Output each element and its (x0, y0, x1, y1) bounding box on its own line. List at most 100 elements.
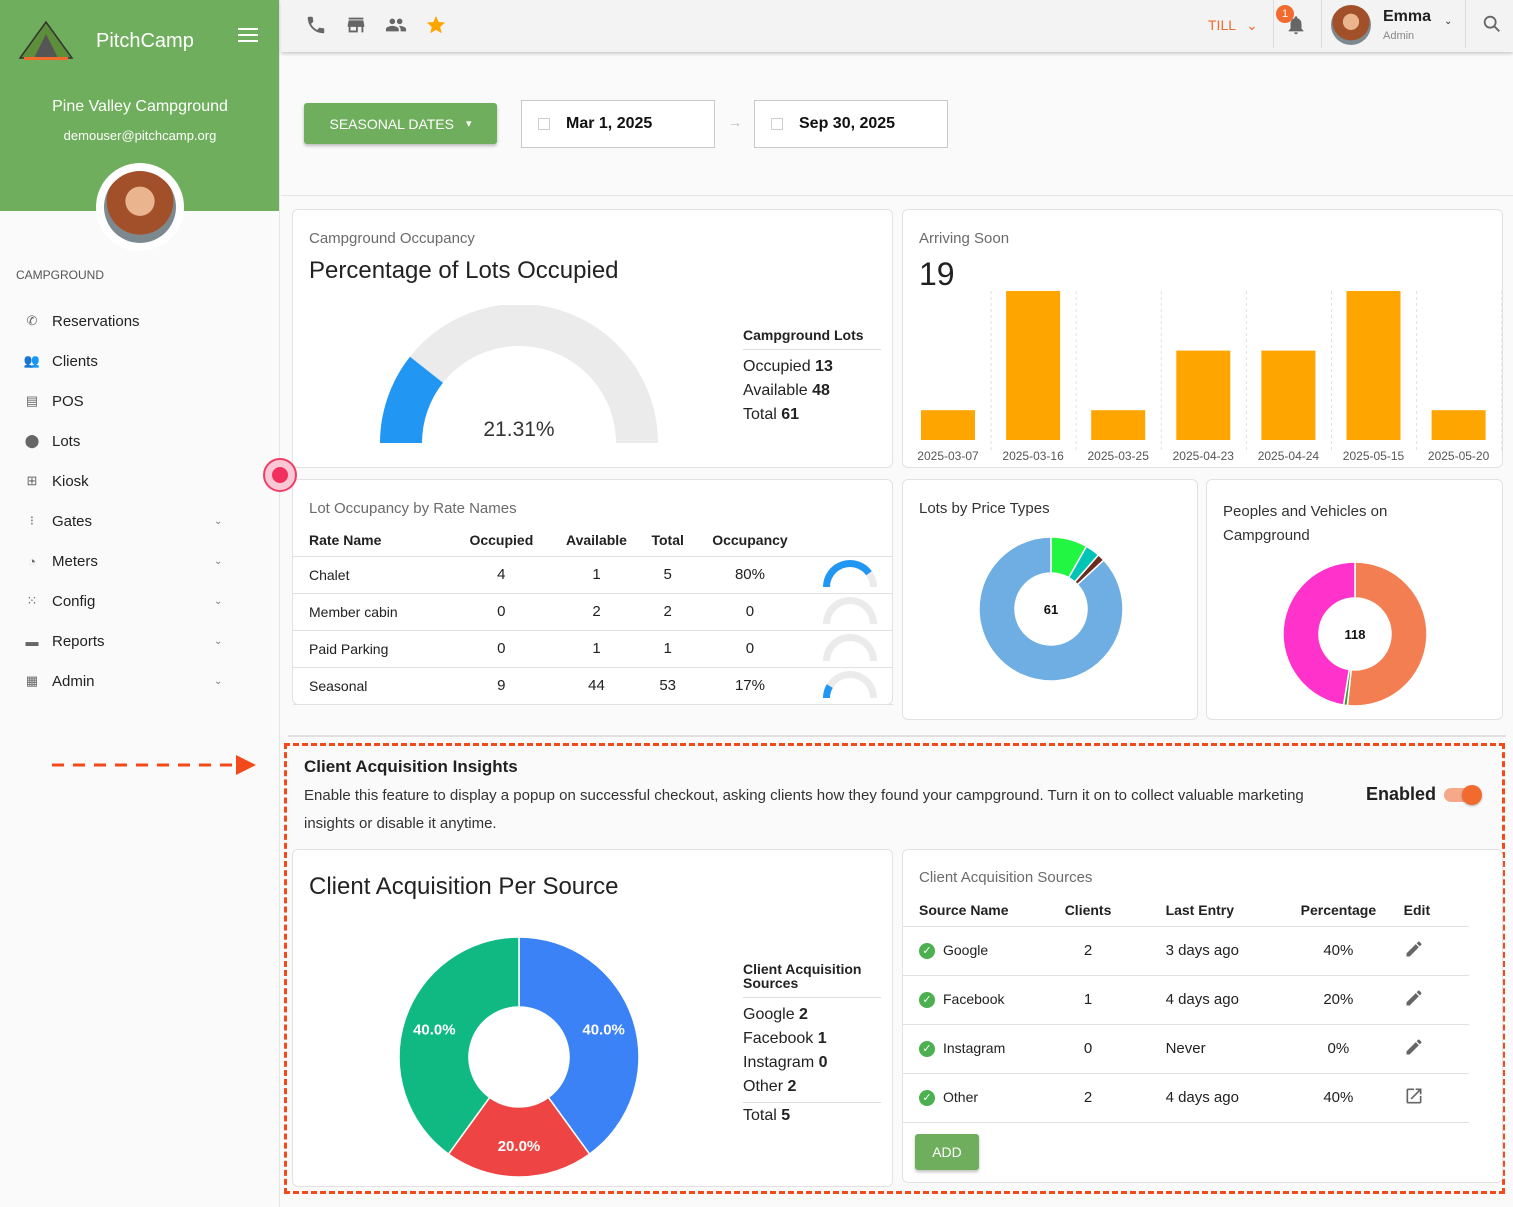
sidebar-item-reservations[interactable]: ✆ Reservations (0, 301, 280, 341)
sidebar-item-clients[interactable]: 👥 Clients (0, 341, 280, 381)
insights-toggle[interactable] (1444, 785, 1482, 805)
sidebar-item-label: Clients (52, 352, 98, 370)
legend-google: Google 2 (743, 1006, 808, 1023)
source-name: Facebook (943, 990, 1005, 1007)
legend-instagram: Instagram 0 (743, 1054, 828, 1071)
table-row: Member cabin 0 2 2 0 (293, 593, 893, 631)
end-date-value: Sep 30, 2025 (799, 115, 896, 132)
sidebar-item-label: Meters (52, 552, 98, 570)
menu-toggle-icon[interactable] (238, 28, 258, 44)
source-name: Other (943, 1088, 979, 1105)
card-subtitle: Campground Occupancy (309, 230, 475, 247)
check-circle-icon: ✓ (919, 992, 935, 1009)
end-date-input[interactable]: Sep 30, 2025 (754, 100, 948, 148)
sidebar-item-kiosk[interactable]: ⊞ Kiosk (0, 461, 280, 501)
x-tick-label: 2025-04-24 (1258, 449, 1320, 463)
sidebar-header: PitchCamp Pine Valley Campground demouse… (0, 0, 279, 251)
table-row: ✓ Facebook 1 4 days ago 20% (903, 975, 1469, 1025)
sidebar-nav: ✆ Reservations 👥 Clients ▤ POS ⬤ Lots ⊞ Kiosk ⁝ Gat… (0, 301, 280, 701)
sidebar-collapse-handle[interactable] (263, 458, 297, 492)
insights-title: Client Acquisition Insights (304, 757, 518, 776)
acquisition-donut: 40.0% 20.0% 40.0% (399, 937, 639, 1177)
cell-clients: 0 (1044, 1024, 1132, 1074)
search-icon[interactable] (1481, 13, 1503, 35)
column-header: Clients (1044, 894, 1132, 927)
user-menu-chevron-icon[interactable]: ⌄ (1444, 16, 1452, 27)
slice-label: 20.0% (498, 1138, 541, 1155)
start-date-input[interactable]: Mar 1, 2025 (521, 100, 715, 148)
sidebar-item-reports[interactable]: ▬ Reports ⌄ (0, 621, 280, 661)
star-icon[interactable] (425, 14, 447, 36)
store-icon[interactable] (345, 14, 367, 36)
source-name: Instagram (943, 1039, 1006, 1056)
slice-label: 40.0% (413, 1021, 456, 1038)
card-subtitle: Arriving Soon (919, 230, 1010, 247)
mini-gauge-track (823, 633, 878, 661)
arrow-right-icon: → (728, 114, 742, 130)
cell-occupied: 4 (452, 556, 550, 594)
sidebar-item-label: Admin (52, 672, 95, 690)
sidebar-item-meters[interactable]: ◔ Meters ⌄ (0, 541, 280, 581)
cell-clients: 1 (1044, 975, 1132, 1025)
till-label: TILL (1208, 17, 1237, 33)
user-avatar[interactable] (1331, 5, 1371, 45)
traffic-light-icon: ⁝ (29, 513, 35, 528)
till-selector[interactable]: TILL ⌄ (1208, 17, 1258, 34)
column-header: Edit (1403, 894, 1469, 927)
add-source-button[interactable]: ADD (915, 1134, 979, 1170)
card-title: Client Acquisition Per Source (309, 873, 619, 900)
calendar-icon (771, 118, 783, 130)
legend-other: Other 2 (743, 1078, 797, 1095)
mini-gauge-track (823, 670, 878, 698)
sidebar-avatar[interactable] (96, 163, 184, 251)
card-title: Peoples and Vehicles on Campground (1223, 503, 1388, 544)
open-external-icon[interactable] (1404, 1086, 1424, 1106)
legend-divider (743, 997, 881, 998)
cell-percentage: 40% (1273, 926, 1404, 976)
seasonal-dates-dropdown[interactable]: SEASONAL DATES ▾ (304, 103, 497, 144)
phone-icon[interactable] (305, 14, 327, 36)
pencil-icon[interactable] (1404, 939, 1424, 959)
store-icon: ▤ (25, 393, 39, 408)
check-circle-icon: ✓ (919, 1041, 935, 1058)
calendar-icon (538, 118, 550, 130)
cell-occupancy: 17% (692, 667, 808, 705)
user-role: Admin (1383, 30, 1415, 42)
cell-name: Member cabin (293, 593, 453, 631)
sidebar-item-label: Gates (52, 512, 93, 530)
user-name[interactable]: Emma (1383, 8, 1431, 26)
card-title: Percentage of Lots Occupied (309, 257, 619, 284)
slice-label: 40.0% (582, 1021, 625, 1038)
sidebar-item-label: Kiosk (52, 472, 89, 490)
occupancy-gauge: 21.31% (380, 305, 658, 443)
people-icon: 👥 (23, 353, 41, 368)
divider (288, 735, 1506, 737)
cell-occupied: 0 (452, 630, 550, 668)
cell-occupancy: 80% (692, 556, 808, 594)
mini-gauge-fill (823, 559, 873, 587)
chevron-down-icon: ⌄ (214, 595, 223, 607)
bar-2025-03-25 (1091, 410, 1146, 440)
people-icon[interactable] (385, 14, 407, 36)
cell-occupied: 0 (452, 593, 550, 631)
check-circle-icon: ✓ (919, 943, 935, 960)
column-header: Last Entry (1131, 894, 1274, 927)
tent-logo-icon (18, 20, 74, 60)
sidebar-item-pos[interactable]: ▤ POS (0, 381, 280, 421)
sidebar-item-label: Reservations (52, 312, 140, 330)
sidebar-item-admin[interactable]: ▦ Admin ⌄ (0, 661, 280, 701)
seasonal-dates-label: SEASONAL DATES (329, 115, 454, 132)
cell-available: 1 (550, 556, 643, 594)
sidebar-item-label: Config (52, 592, 96, 610)
column-header: Source Name (903, 894, 1045, 927)
bar-2025-05-20 (1431, 410, 1486, 440)
pencil-icon[interactable] (1404, 988, 1424, 1008)
sidebar-item-gates[interactable]: ⁝ Gates ⌄ (0, 501, 280, 541)
sidebar-item-config[interactable]: ⁙ Config ⌄ (0, 581, 280, 621)
pencil-icon[interactable] (1404, 1037, 1424, 1057)
acquisition-chart-card: Client Acquisition Per Source 40.0% 20.0%… (292, 849, 893, 1187)
bar-2025-04-23 (1176, 350, 1231, 440)
cell-clients: 2 (1044, 926, 1132, 976)
donut-center-label: 61 (1044, 602, 1058, 617)
sidebar-item-lots[interactable]: ⬤ Lots (0, 421, 280, 461)
